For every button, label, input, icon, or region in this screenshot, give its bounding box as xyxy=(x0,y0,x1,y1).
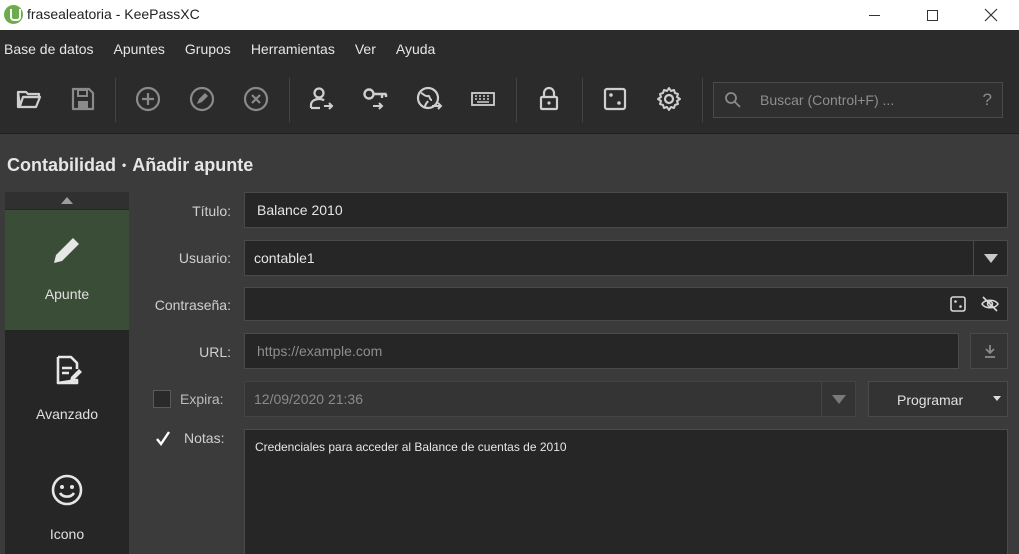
search-icon xyxy=(725,92,741,108)
delete-entry-button[interactable] xyxy=(239,82,273,116)
breadcrumb-group: Contabilidad xyxy=(7,155,116,175)
keepassxc-logo-icon xyxy=(4,5,23,24)
menu-entries[interactable]: Apuntes xyxy=(104,30,175,68)
settings-icon xyxy=(657,87,681,111)
category-icon[interactable]: Icono xyxy=(5,450,129,554)
category-label: Icono xyxy=(49,526,85,542)
chevron-down-icon xyxy=(993,396,1001,401)
schedule-label: Programar xyxy=(897,392,964,408)
copy-username-icon xyxy=(309,87,334,110)
menu-tools[interactable]: Herramientas xyxy=(241,30,345,68)
category-label: Avanzado xyxy=(35,406,98,422)
chevron-down-icon xyxy=(983,253,998,263)
notes-textarea[interactable]: Credenciales para acceder al Balance de … xyxy=(244,429,1008,554)
settings-button[interactable] xyxy=(652,82,686,116)
open-database-icon xyxy=(16,90,42,109)
checkmark-icon xyxy=(156,431,170,447)
category-label: Apunte xyxy=(44,286,90,302)
username-field[interactable]: contable1 xyxy=(244,240,1008,276)
notes-value: Credenciales para acceder al Balance de … xyxy=(255,440,567,454)
notes-label: Notas: xyxy=(184,430,225,446)
toolbar: ? xyxy=(0,68,1019,134)
scroll-up-button[interactable] xyxy=(5,192,129,209)
title-bar: frasealeatoria - KeePassXC xyxy=(0,0,1019,30)
expires-label: Expira: xyxy=(180,391,224,407)
search-input[interactable] xyxy=(760,83,960,117)
password-generator-button[interactable] xyxy=(598,82,632,116)
edit-entry-icon xyxy=(189,86,215,112)
category-advanced[interactable]: Avanzado xyxy=(5,330,129,450)
autotype-icon xyxy=(471,92,495,106)
expires-dropdown-button[interactable] xyxy=(821,382,855,416)
document-edit-icon xyxy=(56,355,82,385)
close-button[interactable] xyxy=(968,0,1014,30)
username-label: Usuario: xyxy=(178,250,231,266)
edit-entry-button[interactable] xyxy=(185,82,219,116)
add-entry-button[interactable] xyxy=(131,82,165,116)
expires-value: 12/09/2020 21:36 xyxy=(254,391,363,407)
password-label: Contraseña: xyxy=(154,297,231,313)
title-value: Balance 2010 xyxy=(257,202,343,218)
copy-password-button[interactable] xyxy=(358,82,392,116)
schedule-button[interactable]: Programar xyxy=(868,381,1008,417)
expires-checkbox[interactable] xyxy=(153,390,171,408)
menu-view[interactable]: Ver xyxy=(345,30,386,68)
menu-help[interactable]: Ayuda xyxy=(386,30,445,68)
title-label: Título: xyxy=(192,203,231,219)
chevron-down-icon xyxy=(831,394,846,404)
lock-database-button[interactable] xyxy=(532,82,566,116)
title-field[interactable]: Balance 2010 xyxy=(244,192,1008,228)
delete-entry-icon xyxy=(243,86,269,112)
search-help-button[interactable]: ? xyxy=(983,90,992,110)
menu-bar: Base de datos Apuntes Grupos Herramienta… xyxy=(0,30,1019,68)
pencil-icon xyxy=(54,238,79,263)
download-favicon-button[interactable] xyxy=(970,333,1008,369)
save-database-icon xyxy=(71,87,95,111)
window-title: frasealeatoria - KeePassXC xyxy=(27,6,200,22)
maximize-button[interactable] xyxy=(909,0,955,30)
autotype-button[interactable] xyxy=(466,82,500,116)
username-value: contable1 xyxy=(254,250,315,266)
eye-off-icon xyxy=(981,296,999,312)
smiley-icon xyxy=(51,474,83,506)
add-entry-icon xyxy=(135,86,161,112)
open-url-button[interactable] xyxy=(412,82,446,116)
breadcrumb-page: Añadir apunte xyxy=(132,155,254,175)
password-field[interactable] xyxy=(244,287,1008,321)
open-url-icon xyxy=(416,86,443,110)
notes-checkbox[interactable] xyxy=(153,429,171,447)
download-icon xyxy=(985,345,995,358)
generate-password-button[interactable] xyxy=(948,294,968,314)
username-dropdown-button[interactable] xyxy=(973,241,1007,275)
menu-groups[interactable]: Grupos xyxy=(175,30,241,68)
minimize-button[interactable] xyxy=(851,0,897,30)
url-placeholder: https://example.com xyxy=(257,343,383,359)
page-title: Contabilidad • Añadir apunte xyxy=(7,155,253,176)
search-box: ? xyxy=(713,82,1003,118)
lock-database-icon xyxy=(539,86,559,111)
menu-database[interactable]: Base de datos xyxy=(0,30,104,68)
copy-username-button[interactable] xyxy=(304,82,338,116)
category-entry[interactable]: Apunte xyxy=(5,210,129,330)
password-generator-icon xyxy=(603,87,627,111)
category-panel: Apunte Avanzado Icono xyxy=(5,192,129,554)
close-icon xyxy=(984,8,998,22)
url-label: URL: xyxy=(199,344,231,360)
open-database-button[interactable] xyxy=(12,82,46,116)
breadcrumb-separator: • xyxy=(122,158,127,172)
expires-field[interactable]: 12/09/2020 21:36 xyxy=(244,381,856,417)
toggle-password-visibility-button[interactable] xyxy=(980,294,1000,314)
dice-icon xyxy=(950,296,966,312)
copy-password-icon xyxy=(363,88,388,110)
save-database-button[interactable] xyxy=(66,82,100,116)
url-field[interactable]: https://example.com xyxy=(244,333,959,369)
